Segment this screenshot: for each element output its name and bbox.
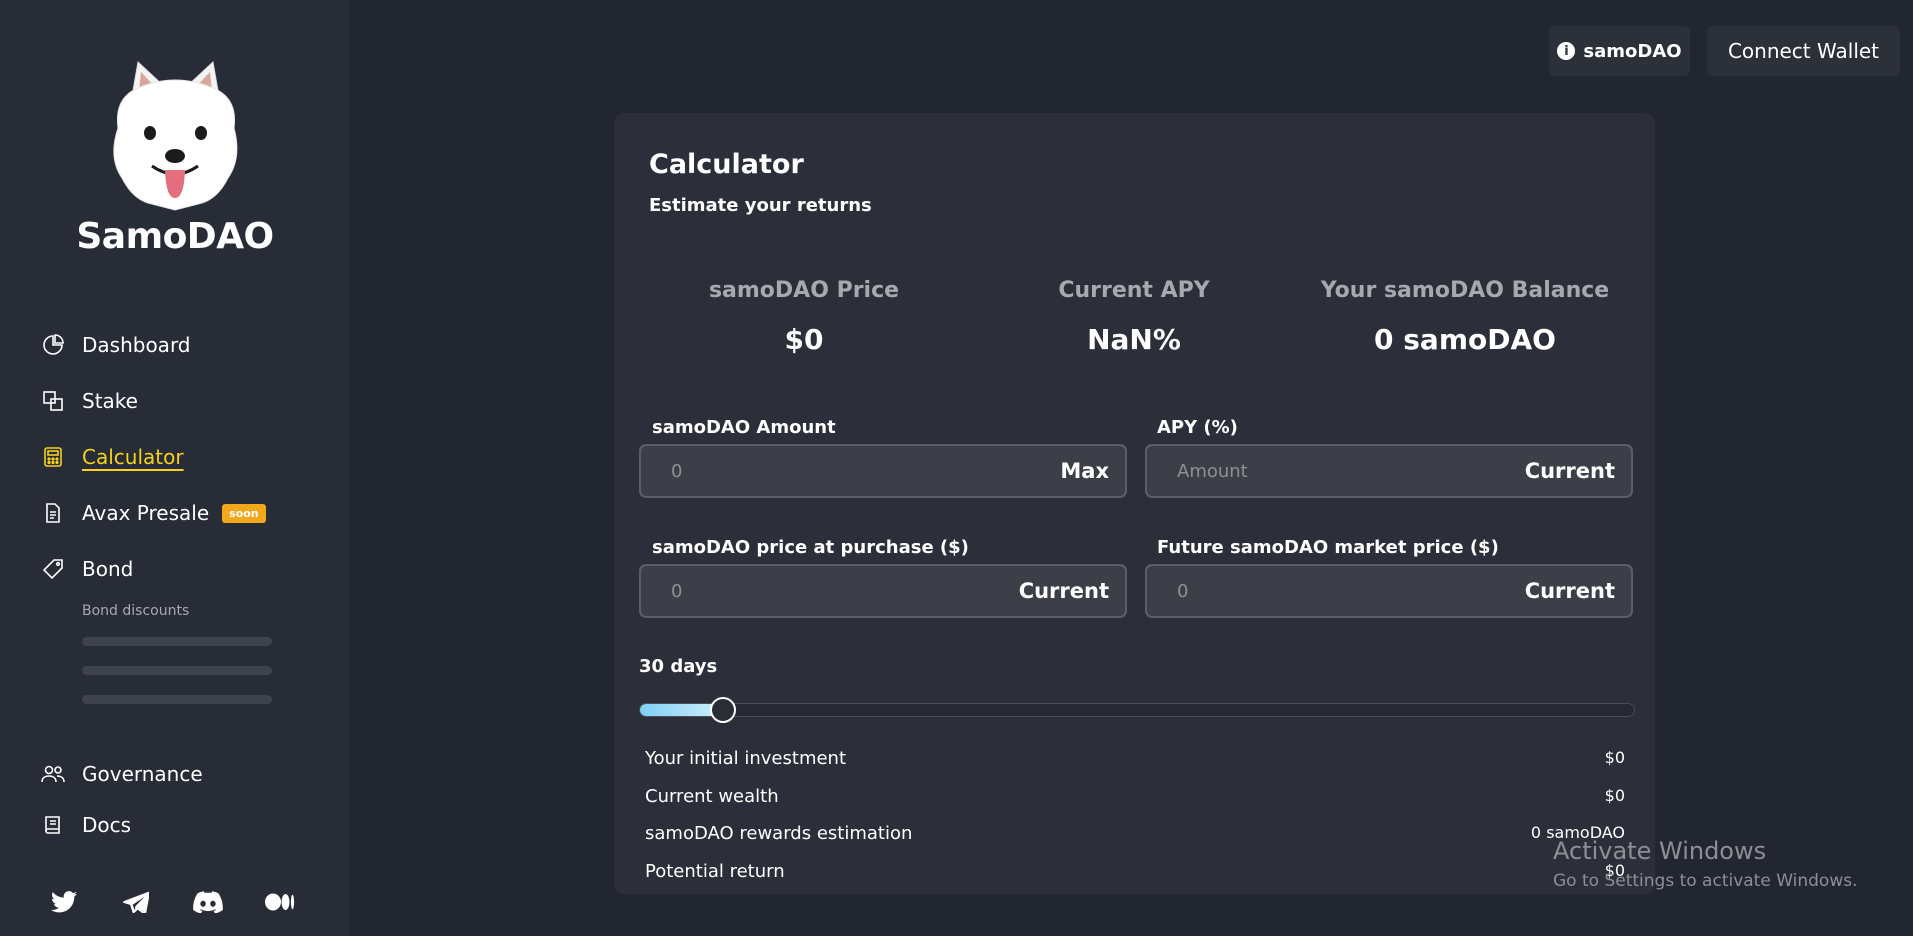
card-title: Calculator [649,149,804,180]
result-label: samoDAO rewards estimation [645,823,913,844]
calculator-card: Calculator Estimate your returns samoDAO… [614,113,1655,894]
nav-label: Stake [82,389,138,413]
nav-item-docs[interactable]: Docs [40,809,131,841]
connect-wallet-button[interactable]: Connect Wallet [1707,26,1900,76]
pie-chart-icon [40,332,66,358]
card-subtitle: Estimate your returns [649,195,872,216]
result-value: $0 [1604,748,1625,767]
future-price-label: Future samoDAO market price ($) [1157,537,1499,558]
tag-icon [40,556,66,582]
purchase-price-input[interactable] [641,579,1019,603]
nav-label: Docs [82,813,132,837]
nav-label: Dashboard [82,333,191,357]
max-button[interactable]: Max [1060,459,1125,483]
nav-item-calculator[interactable]: Calculator [40,441,184,473]
amount-input[interactable] [641,459,1061,483]
telegram-icon[interactable] [120,888,152,916]
purchase-current-button[interactable]: Current [1019,579,1125,603]
medium-icon[interactable] [264,888,296,916]
days-slider[interactable] [639,697,1635,723]
amount-field: Max [639,444,1127,498]
nav-label: Governance [82,762,203,786]
stat-balance: Your samoDAO Balance 0 samoDAO [1300,278,1630,356]
info-icon: i [1557,42,1576,60]
stat-value: NaN% [1087,323,1181,356]
result-label: Current wealth [645,786,779,807]
bond-skeleton-line [82,666,272,675]
stat-value: $0 [784,323,824,356]
stat-title: Current APY [1058,278,1210,303]
stat-title: Your samoDAO Balance [1320,278,1610,303]
watermark-subtitle: Go to Settings to activate Windows. [1553,871,1858,891]
result-value: $0 [1604,786,1625,805]
nav-item-bond[interactable]: Bond [40,553,133,585]
calculator-icon [40,444,66,470]
result-label: Potential return [645,861,785,882]
nav-item-avax-presale[interactable]: Avax Presale soon [40,497,266,529]
nav-label: Avax Presale [82,501,210,525]
bond-skeleton-line [82,695,272,704]
social-links [48,888,296,916]
samodao-logo-icon [113,61,238,211]
apy-label: APY (%) [1157,417,1238,438]
apy-field: Current [1145,444,1633,498]
stat-apy: Current APY NaN% [969,278,1299,356]
brand-name: SamoDAO [76,216,274,257]
nav-label: Calculator [82,445,184,469]
discord-icon[interactable] [192,888,224,916]
stat-price: samoDAO Price $0 [639,278,969,356]
people-icon [40,761,66,787]
twitter-icon[interactable] [48,888,80,916]
bond-skeleton-line [82,637,272,646]
soon-badge: soon [222,503,266,523]
document-icon [40,500,66,526]
token-label: samoDAO [1583,40,1682,62]
nav-item-stake[interactable]: Stake [40,385,138,417]
nav-label: Bond [82,557,134,581]
days-label: 30 days [639,656,718,677]
future-price-input[interactable] [1147,579,1525,603]
token-info-button[interactable]: i samoDAO [1549,26,1690,76]
future-current-button[interactable]: Current [1525,579,1631,603]
purchase-price-field: Current [639,564,1127,618]
purchase-price-label: samoDAO price at purchase ($) [652,537,969,558]
apy-current-button[interactable]: Current [1525,459,1631,483]
nav-item-governance[interactable]: Governance [40,758,203,790]
amount-label: samoDAO Amount [652,417,836,438]
watermark-title: Activate Windows [1553,837,1767,865]
slider-thumb[interactable] [709,697,736,723]
sidebar: SamoDAO Dashboard Stake Calculator Avax … [0,0,350,936]
stat-value: 0 samoDAO [1374,323,1556,356]
apy-input[interactable] [1147,459,1525,483]
windows-activation-watermark: Activate Windows Go to Settings to activ… [1553,837,1858,891]
future-price-field: Current [1145,564,1633,618]
stake-icon [40,388,66,414]
result-label: Your initial investment [645,748,847,769]
bond-discounts-label: Bond discounts [82,603,190,619]
book-icon [40,812,66,838]
nav-item-dashboard[interactable]: Dashboard [40,329,191,361]
stat-title: samoDAO Price [708,278,900,303]
